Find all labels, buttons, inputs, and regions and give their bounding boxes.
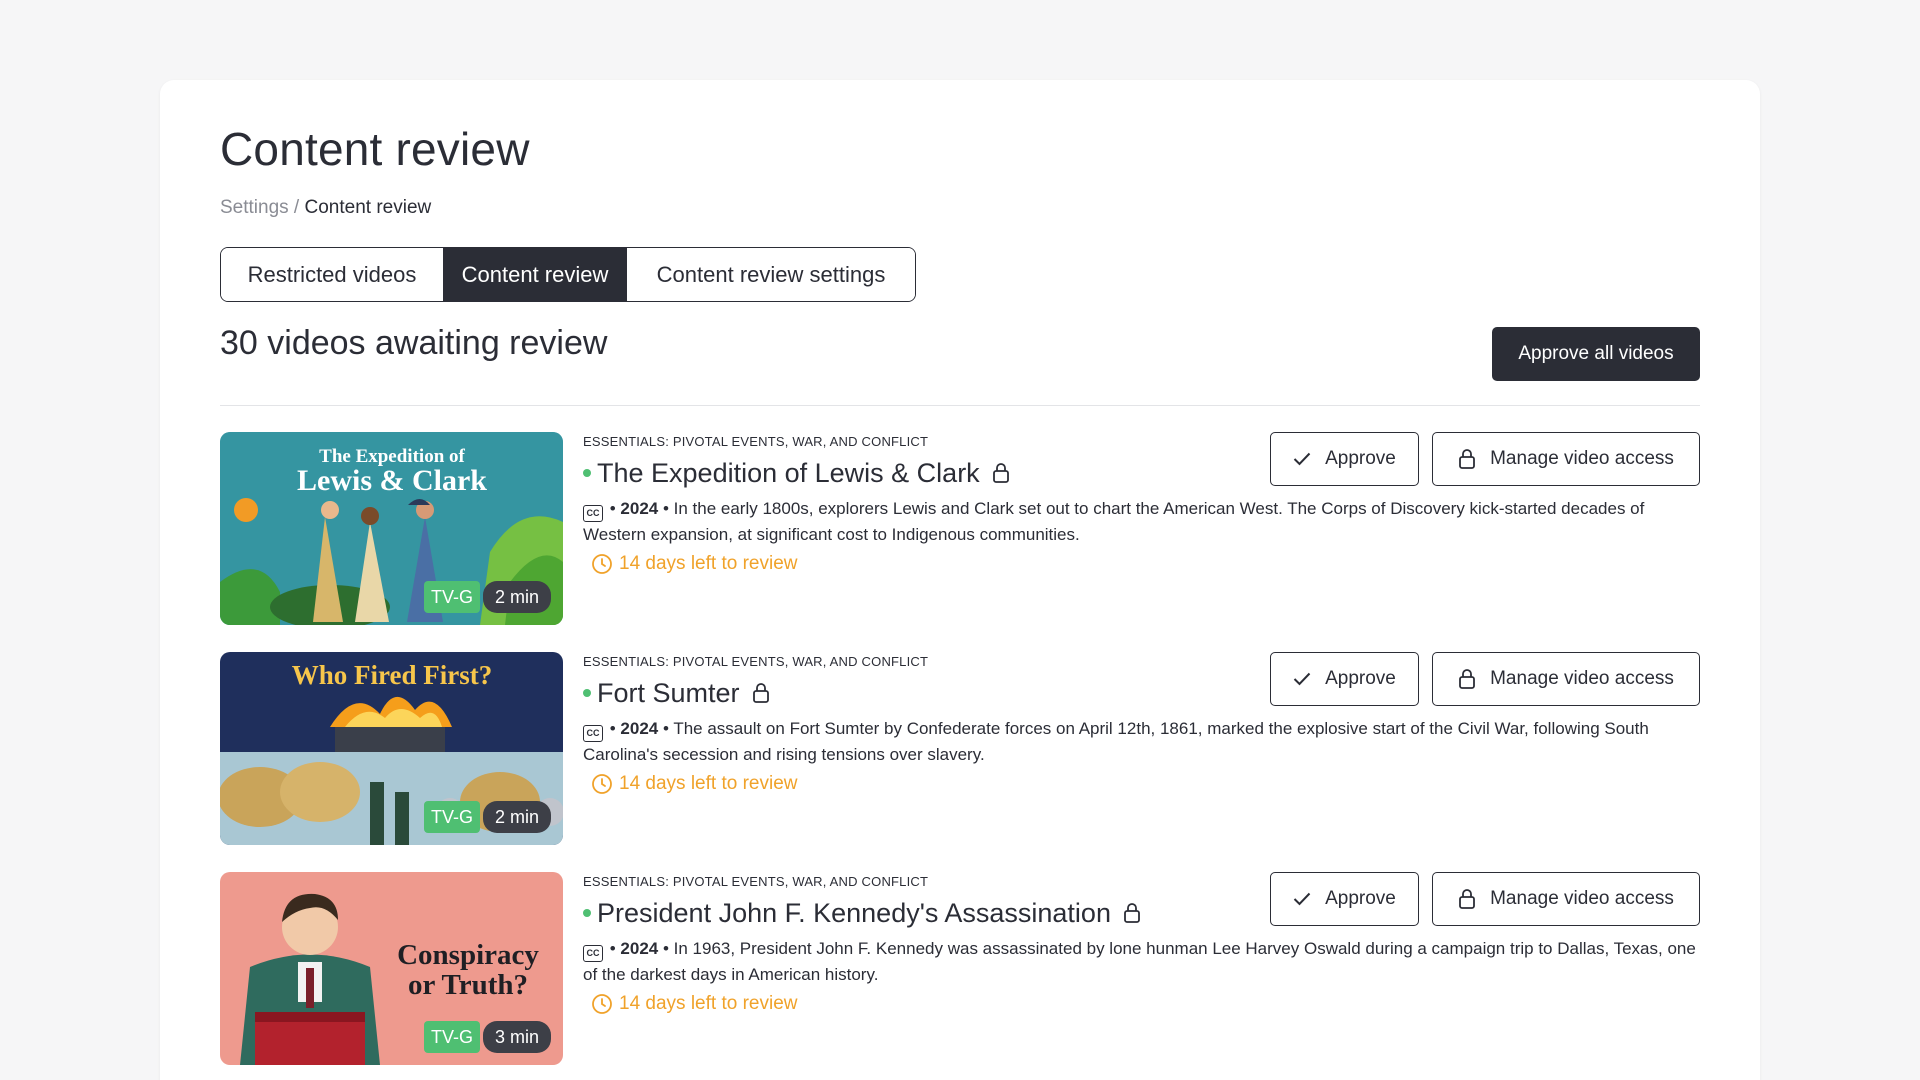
- video-thumbnail[interactable]: The Expedition of Lewis & Clark TV-G 2 m…: [220, 432, 563, 625]
- video-row: Who Fired First? TV-G 2 min ESSENTIALS: …: [220, 652, 1700, 872]
- lock-icon: [992, 462, 1010, 484]
- video-description: The assault on Fort Sumter by Confederat…: [583, 719, 1649, 764]
- tab-content-review-settings[interactable]: Content review settings: [627, 248, 915, 301]
- duration-badge: 2 min: [482, 581, 551, 613]
- clock-icon: [592, 774, 612, 794]
- deadline-text: 14 days left to review: [619, 773, 798, 794]
- content-review-card: Content review Settings / Content review…: [160, 80, 1760, 1080]
- thumbnail-badges: TV-G 2 min: [423, 801, 551, 833]
- video-thumbnail[interactable]: Conspiracy or Truth? TV-G 3 min: [220, 872, 563, 1065]
- video-meta: CC • 2024 • In 1963, President John F. K…: [583, 939, 1696, 984]
- closed-captions-icon: CC: [583, 505, 603, 522]
- thumb-title-line2: Lewis & Clark: [297, 464, 487, 497]
- check-icon: [1293, 892, 1311, 906]
- manage-label: Manage video access: [1490, 668, 1674, 689]
- lock-icon: [1459, 669, 1476, 689]
- manage-label: Manage video access: [1490, 448, 1674, 469]
- status-dot: [583, 909, 591, 917]
- approve-button[interactable]: Approve: [1270, 652, 1419, 706]
- approve-label: Approve: [1325, 888, 1396, 909]
- thumbnail-badges: TV-G 3 min: [423, 1021, 551, 1053]
- approve-label: Approve: [1325, 668, 1396, 689]
- breadcrumb-current: Content review: [304, 197, 432, 218]
- duration-badge: 2 min: [482, 801, 551, 833]
- approve-all-button[interactable]: Approve all videos: [1492, 327, 1700, 381]
- tab-bar: Restricted videos Content review Content…: [220, 247, 916, 302]
- closed-captions-icon: CC: [583, 725, 603, 742]
- lock-icon: [752, 682, 770, 704]
- video-thumbnail[interactable]: Who Fired First? TV-G 2 min: [220, 652, 563, 845]
- review-deadline: 14 days left to review: [591, 993, 797, 1015]
- video-description: In the early 1800s, explorers Lewis and …: [583, 499, 1645, 544]
- video-year: 2024: [620, 499, 659, 518]
- approve-button[interactable]: Approve: [1270, 872, 1419, 926]
- check-icon: [1293, 672, 1311, 686]
- thumb-title-line1: Conspiracy: [397, 939, 539, 971]
- breadcrumb-separator: /: [288, 197, 305, 218]
- lock-icon: [1459, 889, 1476, 909]
- video-year: 2024: [620, 939, 659, 958]
- status-dot: [583, 689, 591, 697]
- video-meta: CC • 2024 • In the early 1800s, explorer…: [583, 499, 1645, 544]
- deadline-text: 14 days left to review: [619, 553, 798, 574]
- video-actions: Approve Manage video access: [1270, 872, 1700, 926]
- video-year: 2024: [620, 719, 659, 738]
- tab-restricted-videos[interactable]: Restricted videos: [221, 248, 443, 301]
- manage-video-access-button[interactable]: Manage video access: [1432, 432, 1700, 486]
- thumb-title-line2: or Truth?: [408, 969, 528, 1001]
- rating-badge: TV-G: [423, 1021, 480, 1053]
- duration-badge: 3 min: [482, 1021, 551, 1053]
- clock-icon: [592, 994, 612, 1014]
- manage-video-access-button[interactable]: Manage video access: [1432, 872, 1700, 926]
- closed-captions-icon: CC: [583, 945, 603, 962]
- manage-label: Manage video access: [1490, 888, 1674, 909]
- tab-content-review[interactable]: Content review: [443, 248, 627, 301]
- manage-video-access-button[interactable]: Manage video access: [1432, 652, 1700, 706]
- breadcrumb: Settings / Content review: [220, 197, 431, 219]
- rating-badge: TV-G: [423, 801, 480, 833]
- status-dot: [583, 469, 591, 477]
- breadcrumb-settings-link[interactable]: Settings: [220, 197, 289, 218]
- videos-awaiting-count: 30 videos awaiting review: [220, 324, 608, 362]
- thumbnail-badges: TV-G 2 min: [423, 581, 551, 613]
- video-row: Conspiracy or Truth? TV-G 3 min ESSENTIA…: [220, 872, 1700, 1080]
- review-deadline: 14 days left to review: [591, 773, 797, 795]
- lock-icon: [1459, 449, 1476, 469]
- video-title[interactable]: Fort Sumter: [597, 678, 740, 709]
- lock-icon: [1123, 902, 1141, 924]
- check-icon: [1293, 452, 1311, 466]
- video-row: The Expedition of Lewis & Clark TV-G 2 m…: [220, 432, 1700, 652]
- video-title[interactable]: The Expedition of Lewis & Clark: [597, 458, 980, 489]
- approve-label: Approve: [1325, 448, 1396, 469]
- video-description: In 1963, President John F. Kennedy was a…: [583, 939, 1696, 984]
- video-title[interactable]: President John F. Kennedy's Assassinatio…: [597, 898, 1111, 929]
- video-actions: Approve Manage video access: [1270, 652, 1700, 706]
- rating-badge: TV-G: [423, 581, 480, 613]
- clock-icon: [592, 554, 612, 574]
- divider: [220, 405, 1700, 406]
- thumb-title-line1: Who Fired First?: [292, 660, 492, 690]
- deadline-text: 14 days left to review: [619, 993, 798, 1014]
- review-deadline: 14 days left to review: [591, 553, 797, 575]
- video-meta: CC • 2024 • The assault on Fort Sumter b…: [583, 719, 1649, 764]
- approve-button[interactable]: Approve: [1270, 432, 1419, 486]
- video-list: The Expedition of Lewis & Clark TV-G 2 m…: [220, 432, 1700, 1080]
- video-actions: Approve Manage video access: [1270, 432, 1700, 486]
- page-title: Content review: [220, 123, 530, 175]
